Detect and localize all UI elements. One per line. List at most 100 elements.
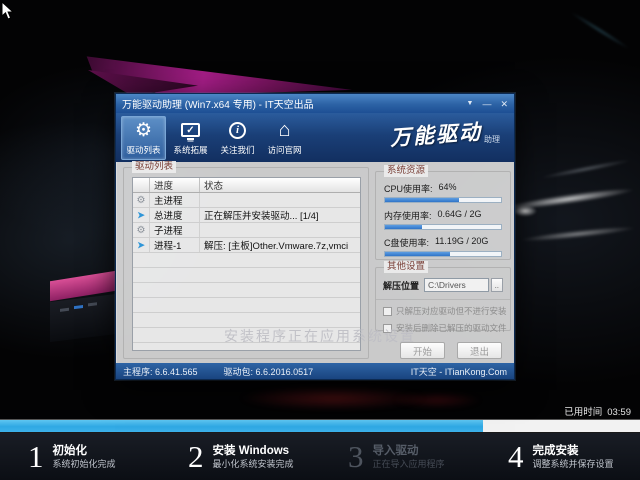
step-subtitle: 最小化系统安装完成 <box>213 458 294 470</box>
home-icon: ⌂ <box>278 117 290 143</box>
system-resources-group: 系统资源 CPU使用率: 64% 内存使用率: 0.64G / 2G <box>375 171 511 260</box>
memory-usage-bar <box>384 224 502 230</box>
metric-label: CPU使用率: <box>384 182 433 195</box>
checkbox-delete-after[interactable]: 安装后删除已解压的驱动文件 <box>383 322 503 334</box>
empty-row <box>133 328 360 343</box>
gear-icon: ⚙ <box>133 193 150 207</box>
step-number: 1 <box>28 441 44 472</box>
table-row[interactable]: ➤ 总进度 正在解压并安装驱动... [1/4] <box>133 208 360 223</box>
laptop-port <box>88 302 97 306</box>
wallpaper-light-streak <box>569 10 631 51</box>
row-progress: 进程-1 <box>150 238 200 252</box>
cpu-metric: CPU使用率: 64% <box>384 182 502 203</box>
memory-metric: 内存使用率: 0.64G / 2G <box>384 209 502 230</box>
monitor-check-icon: ✓ <box>181 117 200 143</box>
table-row[interactable]: ⚙ 主进程 <box>133 193 360 208</box>
toolbar-label: 访问官网 <box>267 144 301 156</box>
group-title: 系统资源 <box>384 165 428 177</box>
step-title: 安装 Windows <box>213 444 294 458</box>
step-title: 导入驱动 <box>373 444 445 458</box>
disk-metric: C盘使用率: 11.19G / 20G <box>384 236 502 257</box>
toolbar-label: 系统拓展 <box>173 144 207 156</box>
wallpaper-car-highlight <box>520 224 636 244</box>
brand-suffix: 助理 <box>484 135 500 144</box>
info-icon: i <box>229 117 246 143</box>
laptop-usb-port <box>74 305 83 309</box>
toolbar: ⚙ 驱动列表 ✓ 系统拓展 i 关注我们 ⌂ 访问官网 万能驱动助理 <box>116 113 514 162</box>
driver-assistant-window: 万能驱动助理 (Win7.x64 专用) - IT天空出品 ▼ — ✕ ⚙ 驱动… <box>115 93 515 380</box>
group-title: 其他设置 <box>384 261 428 273</box>
column-header-status: 状态 <box>200 178 360 192</box>
step-number: 2 <box>188 441 204 472</box>
step-subtitle: 正在导入应用程序 <box>373 458 445 470</box>
step-title: 初始化 <box>53 444 116 458</box>
checkbox-extract-only[interactable]: 只解压对应驱动但不进行安装 <box>383 305 503 317</box>
divider <box>376 299 510 300</box>
chevron-down-icon[interactable]: ▼ <box>467 99 474 109</box>
metric-value: 64% <box>439 182 457 195</box>
toolbar-item-system-expand[interactable]: ✓ 系统拓展 <box>168 116 213 160</box>
row-progress: 总进度 <box>150 208 200 222</box>
table-row[interactable]: ➤ 进程-1 解压: [主板]Other.Vmware.7z,vmci <box>133 238 360 253</box>
step-initialize: 1 初始化 系统初始化完成 <box>0 441 160 472</box>
close-button[interactable]: ✕ <box>500 99 508 109</box>
toolbar-item-visit-website[interactable]: ⌂ 访问官网 <box>262 116 307 160</box>
row-progress: 子进程 <box>150 223 200 237</box>
extract-path-input[interactable]: C:\Drivers <box>424 278 489 292</box>
step-install-windows: 2 安装 Windows 最小化系统安装完成 <box>160 441 320 472</box>
brand-text: 万能驱动 <box>389 116 483 152</box>
elapsed-time-label: 已用时间 <box>564 407 602 418</box>
toolbar-label: 关注我们 <box>220 144 254 156</box>
main-program-version: 主程序: 6.6.41.565 <box>123 365 198 378</box>
exit-button[interactable]: 退出 <box>457 342 502 359</box>
extract-location-label: 解压位置 <box>383 279 419 292</box>
checkbox-icon[interactable] <box>383 324 392 333</box>
row-status: 正在解压并安装驱动... [1/4] <box>200 208 360 222</box>
driver-list-group: 驱动列表 进度 状态 ⚙ 主进程 ➤ 总进度 正在解 <box>123 167 369 359</box>
table-header: 进度 状态 <box>133 178 360 193</box>
row-progress: 主进程 <box>150 193 200 207</box>
checkbox-icon[interactable] <box>383 307 392 316</box>
toolbar-label: 驱动列表 <box>126 144 160 156</box>
step-number: 3 <box>348 441 364 472</box>
disk-usage-bar <box>384 251 502 257</box>
empty-row <box>133 313 360 328</box>
step-subtitle: 系统初始化完成 <box>53 458 116 470</box>
empty-row <box>133 253 360 268</box>
step-import-drivers: 3 导入驱动 正在导入应用程序 <box>320 441 480 472</box>
laptop-port <box>60 308 69 312</box>
brand-logo: 万能驱动助理 <box>390 119 500 149</box>
column-header-progress: 进度 <box>150 178 200 192</box>
start-button[interactable]: 开始 <box>400 342 445 359</box>
step-subtitle: 调整系统并保存设置 <box>533 458 614 470</box>
wallpaper-headlight-glow <box>512 205 538 217</box>
install-progress-fill <box>0 420 483 432</box>
wallpaper-laptop-body <box>50 294 116 342</box>
table-row[interactable]: ⚙ 子进程 <box>133 223 360 238</box>
metric-value: 11.19G / 20G <box>435 236 488 249</box>
toolbar-item-driver-list[interactable]: ⚙ 驱动列表 <box>121 116 166 160</box>
browse-button[interactable]: .. <box>491 278 503 292</box>
window-title: 万能驱动助理 (Win7.x64 专用) - IT天空出品 <box>122 96 314 111</box>
arrow-icon: ➤ <box>133 238 150 252</box>
metric-label: 内存使用率: <box>384 209 432 222</box>
minimize-button[interactable]: — <box>482 99 491 109</box>
step-title: 完成安装 <box>533 444 614 458</box>
group-title: 驱动列表 <box>132 161 176 173</box>
step-number: 4 <box>508 441 524 472</box>
row-status: 解压: [主板]Other.Vmware.7z,vmci <box>200 238 360 252</box>
window-controls: ▼ — ✕ <box>467 99 508 109</box>
toolbar-item-follow-us[interactable]: i 关注我们 <box>215 116 260 160</box>
website-credit: IT天空 - ITianKong.Com <box>411 365 507 378</box>
checkbox-label: 安装后删除已解压的驱动文件 <box>396 322 507 334</box>
wallpaper-taillight-glow <box>392 392 482 408</box>
driver-package-version: 驱动包: 6.6.2016.0517 <box>224 365 314 378</box>
elapsed-time-value: 03:59 <box>607 407 631 418</box>
cpu-usage-bar <box>384 197 502 203</box>
statusbar: 主程序: 6.6.41.565 驱动包: 6.6.2016.0517 IT天空 … <box>116 363 514 379</box>
metric-value: 0.64G / 2G <box>438 209 482 222</box>
step-finish-install: 4 完成安装 调整系统并保存设置 <box>480 441 640 472</box>
titlebar[interactable]: 万能驱动助理 (Win7.x64 专用) - IT天空出品 ▼ — ✕ <box>116 94 514 113</box>
empty-row <box>133 283 360 298</box>
dialog-body: 驱动列表 进度 状态 ⚙ 主进程 ➤ 总进度 正在解 <box>116 162 514 363</box>
